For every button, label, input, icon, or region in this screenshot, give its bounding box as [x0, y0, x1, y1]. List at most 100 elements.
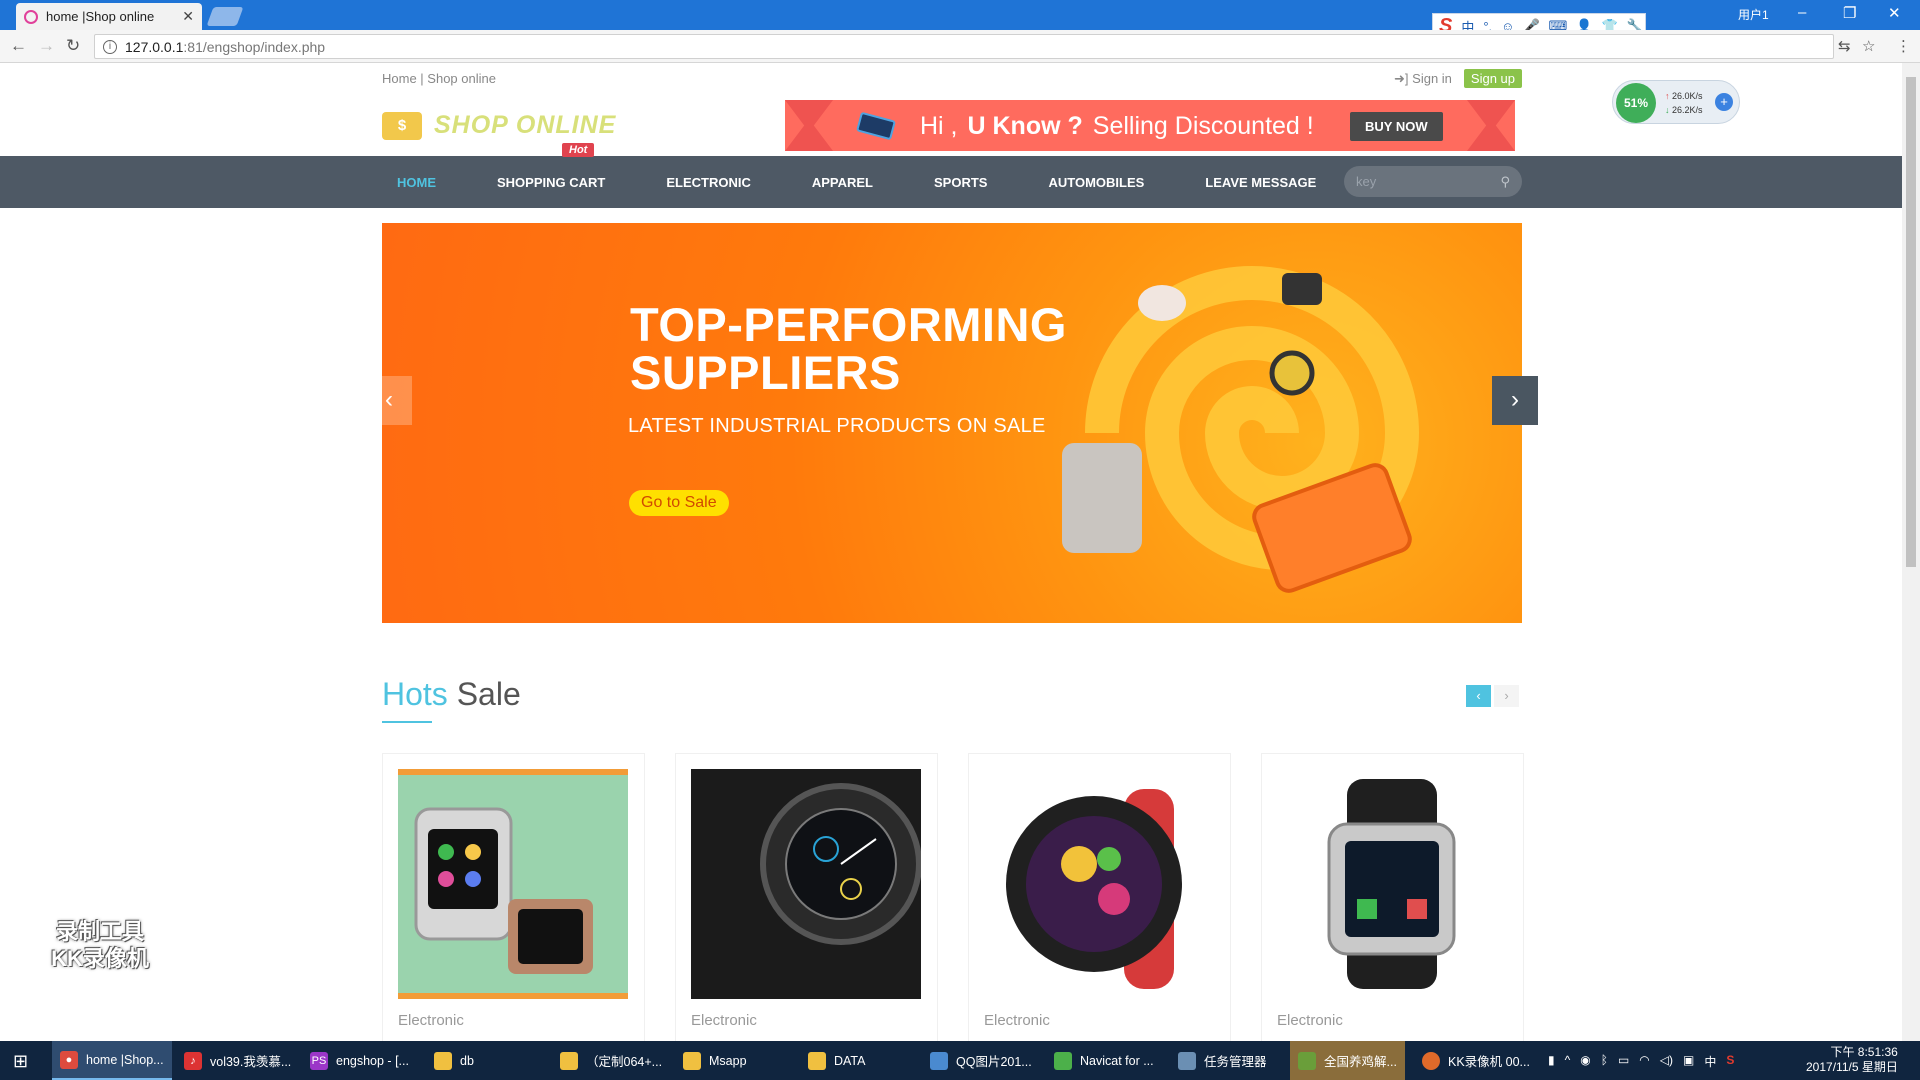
info-icon[interactable]: i [103, 39, 117, 54]
url-host: 127.0.0.1 [125, 38, 184, 55]
nav-item-shopping-cart[interactable]: Hot SHOPPING CART [482, 142, 620, 190]
windows-taskbar: ⊞ ● home |Shop... ♪ vol39.我羡慕... PS engs… [0, 1041, 1920, 1080]
nav-item-leave-message[interactable]: LEAVE MESSAGE [1190, 175, 1331, 190]
bookmark-star-icon[interactable]: ☆ [1862, 37, 1875, 55]
recorder-watermark: 录制工具 KK录像机 [32, 918, 168, 972]
translate-icon[interactable]: ⇆ [1838, 37, 1851, 55]
close-window-icon[interactable]: ✕ [1888, 4, 1901, 22]
breadcrumb: Home | Shop online [382, 71, 496, 86]
slider-next-arrow-icon[interactable]: › [1492, 376, 1538, 425]
hot-sale-title-first: Hots [382, 676, 448, 712]
new-tab-button[interactable] [206, 7, 244, 26]
taskbar-item-phpstorm[interactable]: PS engshop - [... [302, 1041, 417, 1080]
volume-icon[interactable]: ◁) [1660, 1053, 1673, 1070]
taskbar-item-kk-recorder[interactable]: KK录像机 00... [1414, 1041, 1538, 1080]
folder-icon [808, 1051, 826, 1070]
taskbar-item-chrome[interactable]: ● home |Shop... [52, 1041, 172, 1080]
wifi-icon[interactable]: ◠ [1639, 1053, 1649, 1070]
nav-item-apparel[interactable]: APPAREL [797, 175, 888, 190]
battery-icon[interactable]: ▮ [1548, 1053, 1555, 1070]
slide-subtitle: LATEST INDUSTRIAL PRODUCTS ON SALE [628, 415, 1046, 437]
hot-sale-next-button[interactable]: › [1494, 685, 1519, 707]
forward-icon[interactable]: → [38, 36, 55, 56]
taskbar-item-chicken[interactable]: 全国养鸡解... [1290, 1041, 1405, 1080]
network-monitor-widget[interactable]: 51% ↑ 26.0K/s ↓ 26.2K/s + [1612, 80, 1740, 124]
tray-expand-icon[interactable]: ^ [1565, 1053, 1571, 1070]
product-image[interactable] [691, 769, 921, 999]
signin-icon: ➜] [1394, 70, 1409, 86]
breadcrumb-home-link[interactable]: Home [382, 71, 417, 86]
scroll-thumb[interactable] [1906, 77, 1916, 567]
system-clock[interactable]: 下午 8:51:36 2017/11/5 星期日 [1806, 1045, 1898, 1075]
taskbar-item-navicat[interactable]: Navicat for ... [1046, 1041, 1162, 1080]
product-card[interactable]: Electronic [382, 753, 645, 1041]
minimize-icon[interactable]: – [1798, 4, 1806, 21]
buy-now-button[interactable]: BUY NOW [1350, 112, 1443, 141]
tab-close-icon[interactable]: ✕ [182, 8, 194, 25]
browser-tab[interactable]: home |Shop online ✕ [16, 3, 202, 30]
power-icon[interactable]: ▭ [1618, 1053, 1629, 1070]
slider-prev-arrow-icon[interactable]: ‹ [366, 376, 412, 425]
taskbar-item-image[interactable]: QQ图片201... [922, 1041, 1040, 1080]
product-category: Electronic [691, 1012, 757, 1029]
product-category: Electronic [398, 1012, 464, 1029]
product-image[interactable] [1277, 769, 1507, 999]
boost-plus-icon[interactable]: + [1715, 93, 1733, 111]
product-card[interactable]: Electronic [1261, 753, 1524, 1041]
page-scrollbar[interactable] [1902, 63, 1920, 1041]
windows-start-icon[interactable]: ⊞ [13, 1051, 28, 1072]
nav-item-electronic[interactable]: ELECTRONIC [651, 175, 766, 190]
search-input[interactable] [1356, 174, 1501, 189]
promo-text: Selling Discounted ! [1092, 112, 1314, 140]
upload-value: 26.0K/s [1672, 91, 1703, 101]
product-image[interactable] [984, 769, 1214, 999]
account-links: ➜] Sign in Sign up [1394, 69, 1522, 88]
taskbar-item-task-manager[interactable]: 任务管理器 [1170, 1041, 1275, 1080]
download-speed: ↓ 26.2K/s [1665, 105, 1703, 115]
clock-time: 下午 8:51:36 [1830, 1045, 1898, 1059]
upload-speed: ↑ 26.0K/s [1665, 91, 1703, 101]
product-card[interactable]: Electronic [675, 753, 938, 1041]
taskbar-item-folder[interactable]: db [426, 1041, 482, 1080]
nav-item-home[interactable]: HOME [382, 175, 451, 190]
nav-item-automobiles[interactable]: AUTOMOBILES [1033, 175, 1159, 190]
breadcrumb-separator: | [416, 71, 428, 86]
signup-button[interactable]: Sign up [1463, 69, 1522, 88]
app-icon [1298, 1051, 1316, 1070]
taskbar-item-folder[interactable]: （定制064+... [552, 1041, 670, 1080]
taskbar-item-folder[interactable]: DATA [800, 1041, 873, 1080]
product-image[interactable] [398, 769, 628, 999]
url-field[interactable]: i 127.0.0.1 :81/engshop/index.php [94, 34, 1834, 59]
menu-kebab-icon[interactable]: ⋮ [1896, 37, 1911, 55]
taskbar-item-folder[interactable]: Msapp [675, 1041, 755, 1080]
site-logo[interactable]: $ SHOP ONLINE [382, 111, 616, 140]
restore-icon[interactable]: ❐ [1843, 4, 1856, 22]
ime-indicator[interactable]: 中 [1704, 1053, 1716, 1070]
hot-badge: Hot [562, 142, 595, 157]
promo-banner[interactable]: Hi , U Know ? Selling Discounted ! BUY NOW [785, 100, 1515, 151]
taskbar-item-music[interactable]: ♪ vol39.我羡慕... [176, 1041, 299, 1080]
download-value: 26.2K/s [1672, 105, 1703, 115]
taskbar-item-label: （定制064+... [586, 1055, 663, 1069]
go-to-sale-button[interactable]: Go to Sale [629, 490, 729, 516]
breadcrumb-site-link[interactable]: Shop online [427, 71, 496, 86]
hot-sale-title-rest: Sale [447, 676, 521, 712]
promo-know: U Know ? [967, 112, 1083, 140]
signin-link[interactable]: ➜] Sign in [1394, 71, 1452, 87]
hot-sale-prev-button[interactable]: ‹ [1466, 685, 1491, 707]
nav-item-label: SHOPPING CART [497, 174, 606, 190]
reload-icon[interactable]: ↻ [66, 36, 80, 56]
app-tray-icon[interactable]: ▣ [1683, 1053, 1694, 1070]
search-icon[interactable]: ⚲ [1500, 174, 1510, 190]
hero-slider[interactable]: TOP-PERFORMING SUPPLIERS LATEST INDUSTRI… [382, 223, 1522, 623]
promo-edge-left [785, 100, 833, 151]
taskbar-item-label: QQ图片201... [956, 1055, 1032, 1069]
logo-text: SHOP ONLINE [434, 111, 617, 139]
sogou-tray-icon[interactable]: S [1726, 1053, 1734, 1070]
bluetooth-icon[interactable]: ᛒ [1601, 1053, 1608, 1070]
back-icon[interactable]: ← [10, 36, 27, 56]
security-icon[interactable]: ◉ [1580, 1053, 1590, 1070]
tab-title: home |Shop online [46, 9, 155, 24]
product-card[interactable]: Electronic [968, 753, 1231, 1041]
nav-item-sports[interactable]: SPORTS [919, 175, 1002, 190]
